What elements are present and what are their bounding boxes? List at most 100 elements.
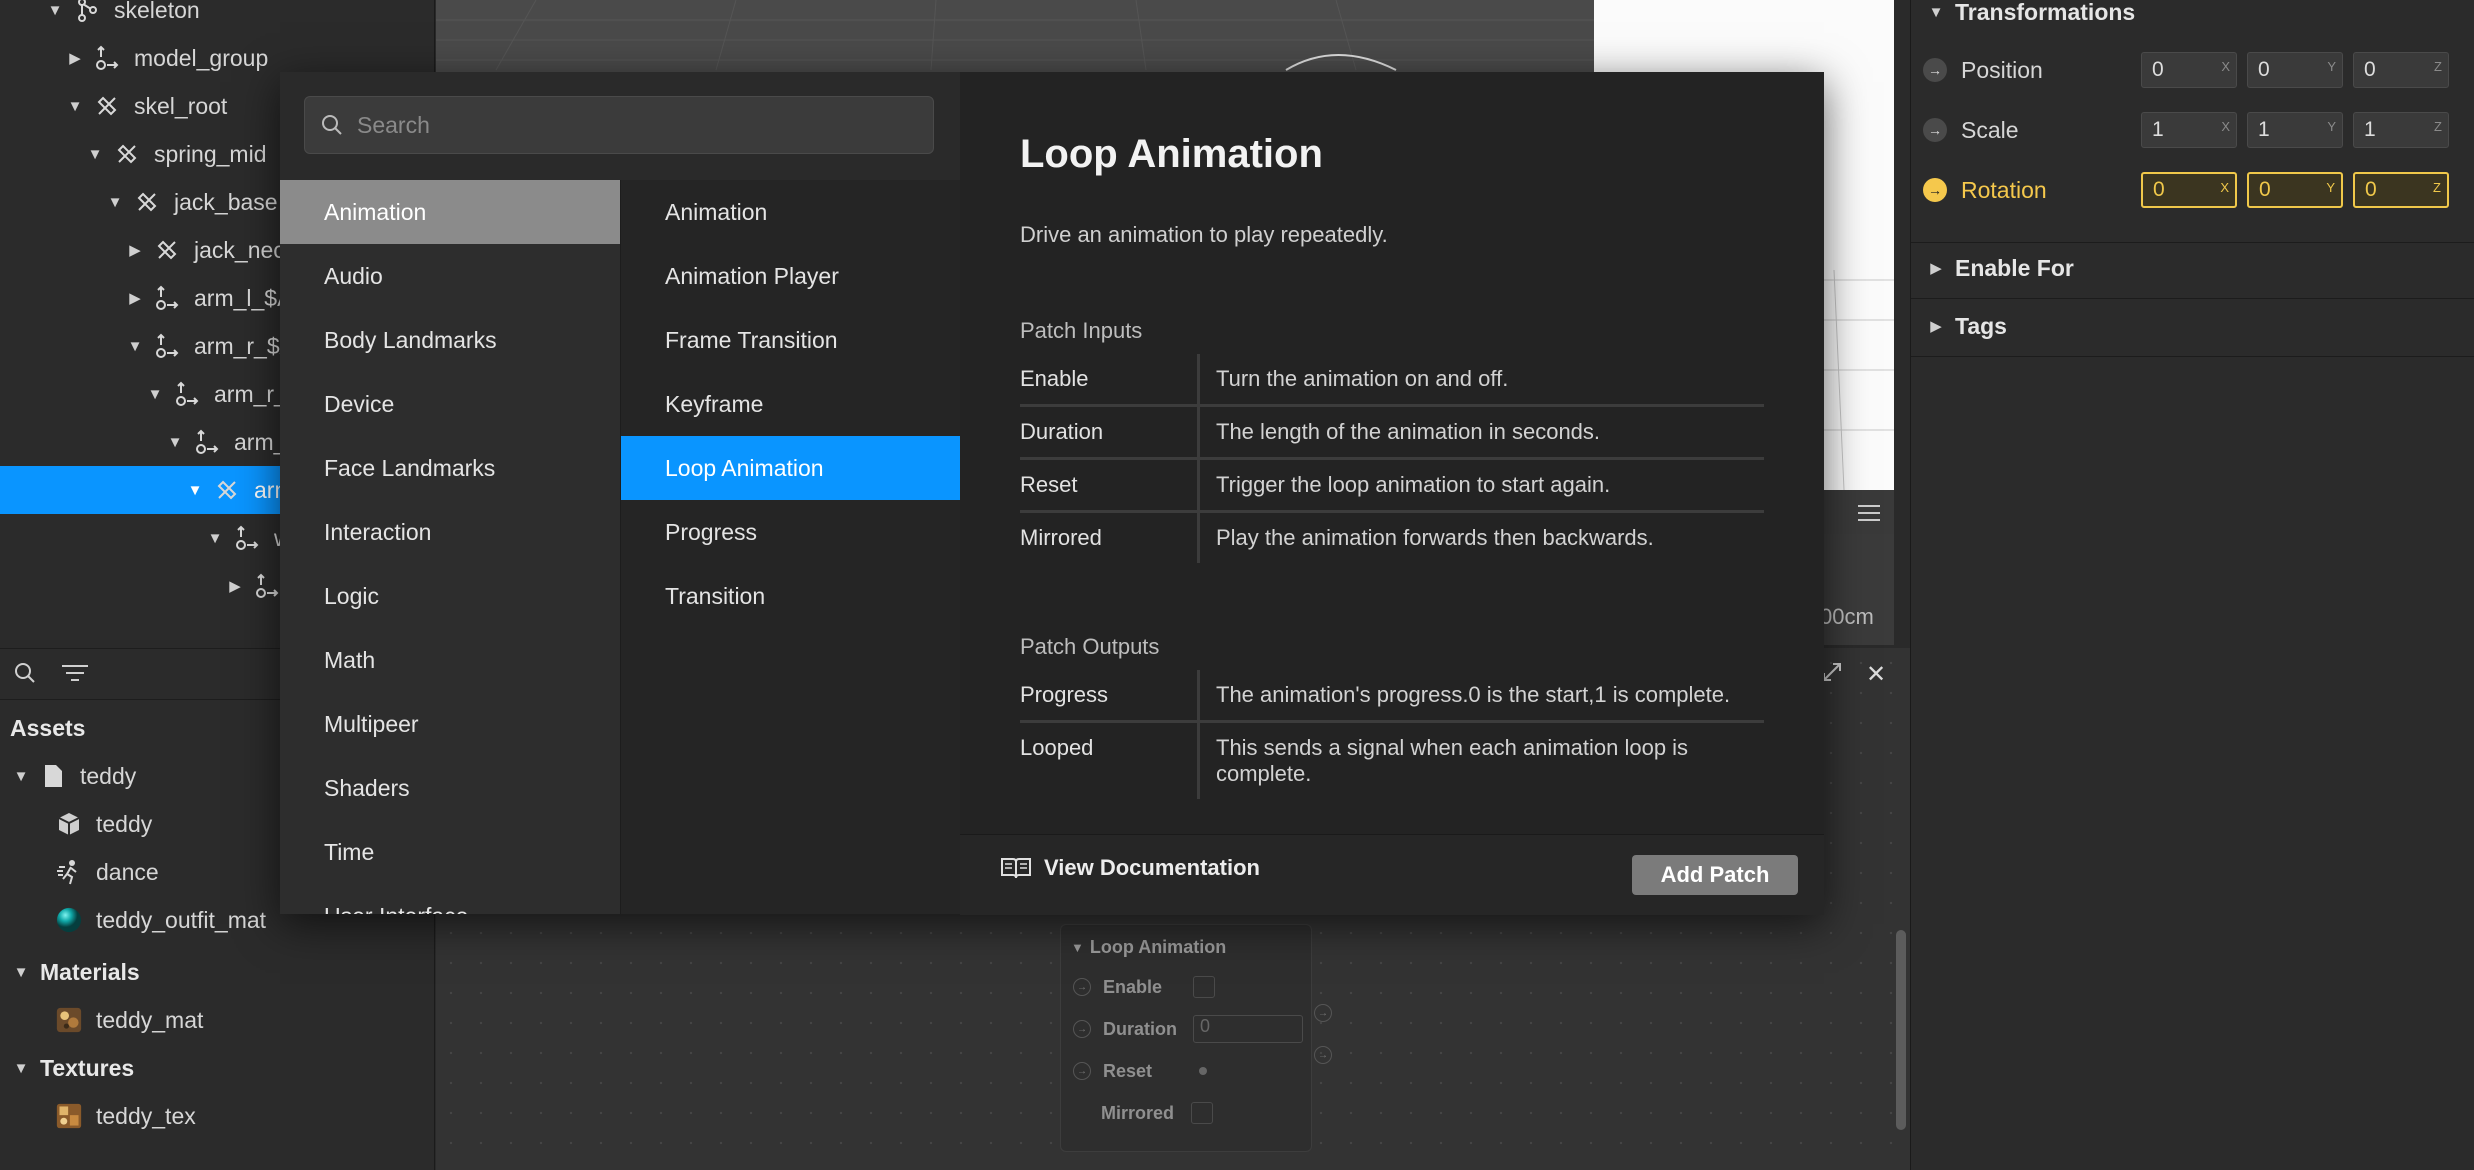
inputs-heading: Patch Inputs bbox=[1020, 318, 1143, 343]
table-row: Enable Turn the animation on and off. bbox=[1020, 354, 1764, 407]
assets-title: Assets bbox=[10, 714, 86, 741]
list-item[interactable]: teddy_tex bbox=[0, 1092, 434, 1140]
position-y-field[interactable]: 0Y bbox=[2247, 52, 2343, 88]
patch-item[interactable]: Transition bbox=[621, 564, 961, 628]
chevron-down-icon[interactable]: ▼ bbox=[44, 0, 66, 21]
enable-for-section[interactable]: ▶ Enable For bbox=[1911, 244, 2474, 292]
textures-header[interactable]: ▼ Textures bbox=[0, 1044, 434, 1092]
category-item[interactable]: Device bbox=[280, 372, 620, 436]
chevron-down-icon[interactable]: ▼ bbox=[164, 431, 186, 453]
detail-description: Drive an animation to play repeatedly. bbox=[1020, 222, 1388, 247]
mirrored-checkbox[interactable] bbox=[1191, 1102, 1213, 1124]
arrow-right-icon[interactable]: → bbox=[1923, 118, 1947, 142]
list-item[interactable]: teddy_mat bbox=[0, 996, 434, 1044]
node-input-row: → Duration 0 bbox=[1061, 1009, 1311, 1049]
search-field[interactable] bbox=[304, 96, 934, 154]
rotation-z-field[interactable]: 0Z bbox=[2353, 172, 2449, 208]
menu-icon[interactable] bbox=[1858, 502, 1880, 528]
expand-icon[interactable] bbox=[1822, 662, 1842, 688]
chevron-down-icon[interactable]: ▼ bbox=[84, 143, 106, 165]
chevron-right-icon[interactable]: ▶ bbox=[224, 575, 246, 597]
rotation-x-field[interactable]: 0X bbox=[2141, 172, 2237, 208]
category-item[interactable]: Interaction bbox=[280, 500, 620, 564]
category-item[interactable]: Shaders bbox=[280, 756, 620, 820]
scale-x-field[interactable]: 1X bbox=[2141, 112, 2237, 148]
patch-item[interactable]: Loop Animation bbox=[621, 436, 961, 500]
chevron-right-icon[interactable]: ▶ bbox=[1925, 257, 1947, 279]
patch-list: Animation Animation Player Frame Transitio… bbox=[620, 180, 961, 914]
input-port-icon[interactable]: → bbox=[1073, 1020, 1091, 1038]
asset-label: teddy bbox=[96, 810, 153, 837]
enable-checkbox[interactable] bbox=[1193, 976, 1215, 998]
chevron-down-icon[interactable]: ▼ bbox=[64, 95, 86, 117]
input-port-icon[interactable]: → bbox=[1073, 1062, 1091, 1080]
chevron-down-icon[interactable]: ▼ bbox=[204, 527, 226, 549]
category-item[interactable]: Animation bbox=[280, 180, 620, 244]
position-x-field[interactable]: 0X bbox=[2141, 52, 2237, 88]
port-description: The animation's progress.0 is the start,… bbox=[1216, 682, 1731, 707]
category-item[interactable]: Math bbox=[280, 628, 620, 692]
axis-label: X bbox=[2221, 59, 2230, 74]
node-input-label: Enable bbox=[1103, 976, 1163, 997]
position-z-field[interactable]: 0Z bbox=[2353, 52, 2449, 88]
outputs-heading: Patch Outputs bbox=[1020, 634, 1160, 659]
tags-section[interactable]: ▶ Tags bbox=[1911, 302, 2474, 350]
chevron-down-icon[interactable]: ▼ bbox=[10, 1057, 32, 1079]
duration-field[interactable]: 0 bbox=[1193, 1015, 1303, 1043]
patch-item[interactable]: Keyframe bbox=[621, 372, 961, 436]
category-item[interactable]: Face Landmarks bbox=[280, 436, 620, 500]
property-label: Rotation bbox=[1961, 176, 2047, 203]
chevron-down-icon[interactable]: ▼ bbox=[10, 961, 32, 983]
patch-item[interactable]: Progress bbox=[621, 500, 961, 564]
chevron-right-icon[interactable]: ▶ bbox=[64, 47, 86, 69]
arrow-right-icon[interactable]: → bbox=[1923, 178, 1947, 202]
chevron-down-icon[interactable]: ▼ bbox=[144, 383, 166, 405]
add-patch-button[interactable]: Add Patch bbox=[1632, 855, 1798, 895]
view-documentation-link[interactable]: View Documentation bbox=[1000, 855, 1260, 881]
patch-item[interactable]: Frame Transition bbox=[621, 308, 961, 372]
materials-header[interactable]: ▼ Materials bbox=[0, 948, 434, 996]
arrow-right-icon[interactable]: → bbox=[1923, 58, 1947, 82]
category-item[interactable]: User Interface bbox=[280, 884, 620, 915]
pulse-dot-icon[interactable] bbox=[1199, 1067, 1207, 1075]
output-port-icon[interactable]: → bbox=[1314, 1046, 1332, 1064]
search-icon[interactable] bbox=[14, 662, 36, 690]
search-input[interactable] bbox=[355, 110, 899, 140]
field-value: 1 bbox=[2364, 118, 2376, 141]
material-thumbnail-icon bbox=[56, 1007, 82, 1033]
category-item[interactable]: Multipeer bbox=[280, 692, 620, 756]
filter-icon[interactable] bbox=[62, 663, 88, 689]
input-port-icon[interactable]: → bbox=[1073, 978, 1091, 996]
category-item[interactable]: Time bbox=[280, 820, 620, 884]
port-description: This sends a signal when each animation … bbox=[1216, 735, 1689, 786]
chevron-right-icon[interactable]: ▶ bbox=[124, 287, 146, 309]
rotation-y-field[interactable]: 0Y bbox=[2247, 172, 2343, 208]
category-item[interactable]: Audio bbox=[280, 244, 620, 308]
asset-label: teddy_tex bbox=[96, 1102, 196, 1129]
chevron-down-icon[interactable]: ▼ bbox=[184, 479, 206, 501]
port-description: Turn the animation on and off. bbox=[1216, 366, 1509, 391]
chevron-down-icon[interactable]: ▼ bbox=[1071, 940, 1084, 955]
category-item[interactable]: Logic bbox=[280, 564, 620, 628]
field-value: 1 bbox=[2258, 118, 2270, 141]
chevron-down-icon[interactable]: ▼ bbox=[124, 335, 146, 357]
scale-y-field[interactable]: 1Y bbox=[2247, 112, 2343, 148]
chevron-down-icon[interactable]: ▼ bbox=[104, 191, 126, 213]
tree-item-label: model_group bbox=[134, 44, 269, 71]
patch-item[interactable]: Animation bbox=[621, 180, 961, 244]
chevron-down-icon[interactable]: ▼ bbox=[1925, 1, 1947, 23]
scrollbar[interactable] bbox=[1896, 930, 1906, 1130]
output-port-icon[interactable]: → bbox=[1314, 1004, 1332, 1022]
chevron-down-icon[interactable]: ▼ bbox=[10, 765, 32, 787]
category-list: Animation Audio Body Landmarks Device Face L… bbox=[280, 180, 620, 914]
port-name: Duration bbox=[1020, 407, 1200, 457]
patch-item[interactable]: Animation Player bbox=[621, 244, 961, 308]
tree-item[interactable]: ▼ skeleton bbox=[0, 0, 434, 34]
chevron-right-icon[interactable]: ▶ bbox=[1925, 315, 1947, 337]
close-icon[interactable]: ✕ bbox=[1866, 660, 1886, 689]
category-item[interactable]: Body Landmarks bbox=[280, 308, 620, 372]
chevron-right-icon[interactable]: ▶ bbox=[124, 239, 146, 261]
scale-z-field[interactable]: 1Z bbox=[2353, 112, 2449, 148]
loop-animation-node[interactable]: ▼ Loop Animation → Enable → Duration 0 →… bbox=[1060, 924, 1312, 1152]
transformations-header[interactable]: ▼ Transformations bbox=[1911, 0, 2474, 36]
